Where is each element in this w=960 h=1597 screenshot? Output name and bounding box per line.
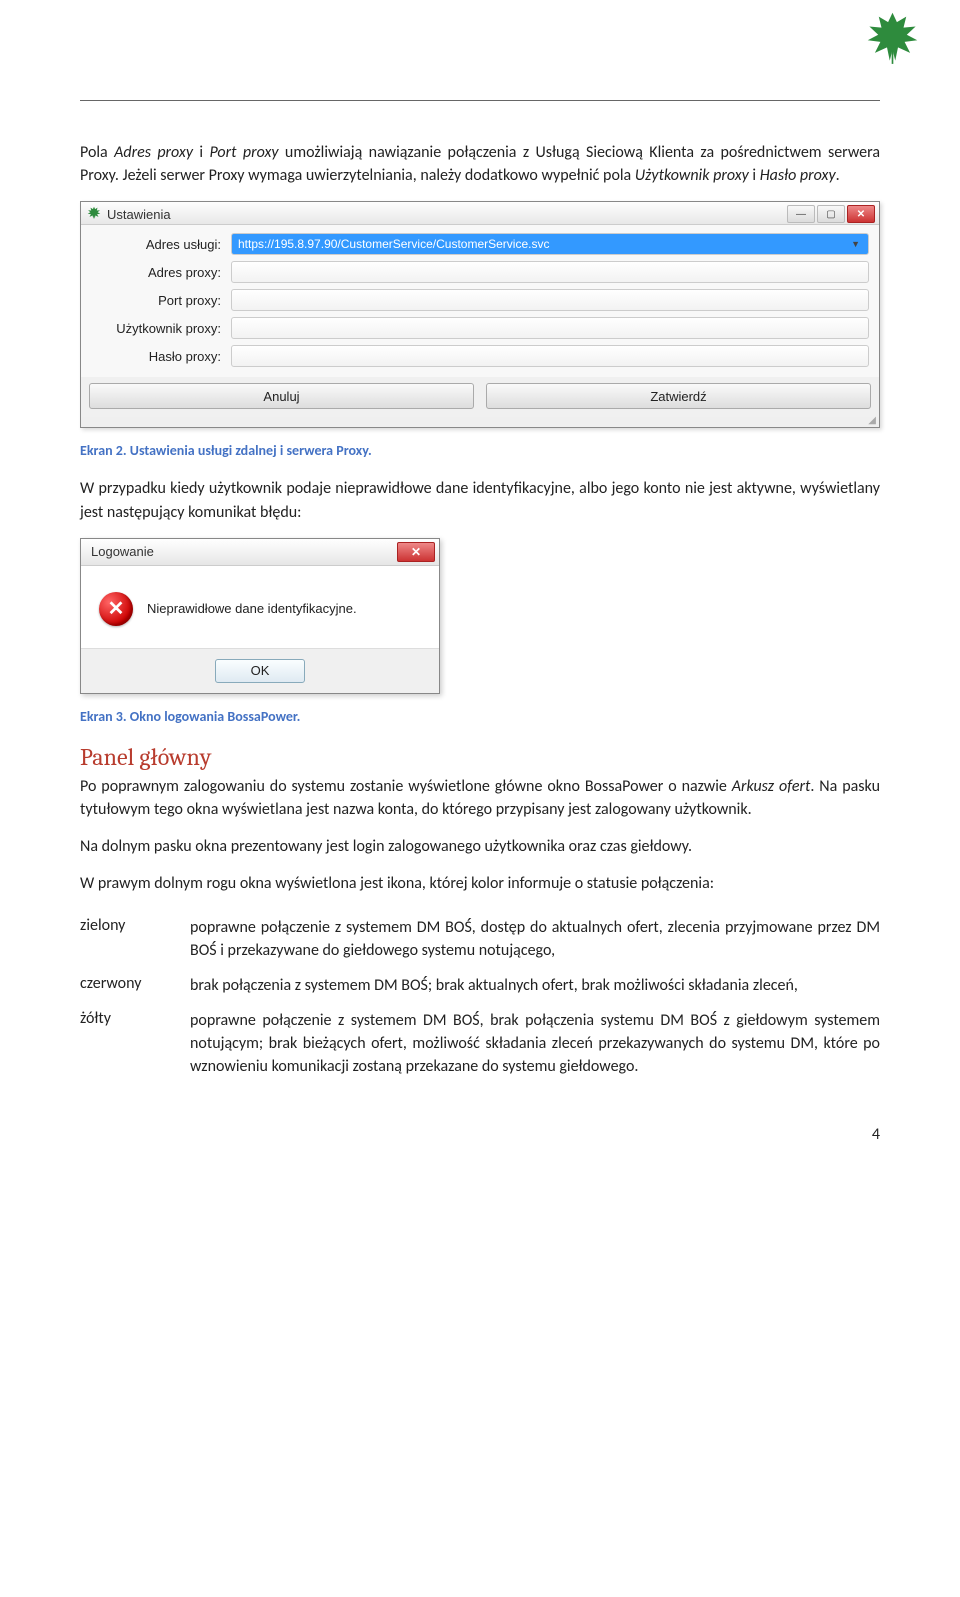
error-icon: ✕ <box>99 592 133 626</box>
field-input-3[interactable] <box>231 317 869 339</box>
chevron-down-icon[interactable]: ▼ <box>851 239 860 249</box>
settings-title: Ustawienia <box>107 207 787 222</box>
field-input-0[interactable]: https://195.8.97.90/CustomerService/Cust… <box>231 233 869 255</box>
status-color-table: zielonypoprawne połączenie z systemem DM… <box>80 910 880 1085</box>
field-input-2[interactable] <box>231 289 869 311</box>
status-key: zielony <box>80 910 190 968</box>
login-error-dialog: Logowanie ✕ ✕ Nieprawidłowe dane identyf… <box>80 538 440 694</box>
paragraph-panel-3: W prawym dolnym rogu okna wyświetlona je… <box>80 872 880 895</box>
maximize-button[interactable]: ▢ <box>817 205 845 223</box>
dialog-title: Logowanie <box>91 544 397 559</box>
header-rule <box>80 100 880 101</box>
field-label: Adres usługi: <box>91 237 231 252</box>
field-input-1[interactable] <box>231 261 869 283</box>
resize-grip-icon[interactable]: ◢ <box>81 417 879 427</box>
minimize-button[interactable]: — <box>787 205 815 223</box>
field-input-4[interactable] <box>231 345 869 367</box>
leaf-logo-icon <box>865 10 920 70</box>
status-key: czerwony <box>80 968 190 1003</box>
status-description: poprawne połączenie z systemem DM BOŚ, b… <box>190 1003 880 1085</box>
paragraph-panel-1: Po poprawnym zalogowaniu do systemu zost… <box>80 775 880 821</box>
close-button[interactable]: ✕ <box>847 205 875 223</box>
status-description: poprawne połączenie z systemem DM BOŚ, d… <box>190 910 880 968</box>
paragraph-proxy-intro: Pola Adres proxy i Port proxy umożliwiaj… <box>80 141 880 187</box>
field-label: Hasło proxy: <box>91 349 231 364</box>
dialog-titlebar: Logowanie ✕ <box>81 539 439 566</box>
dialog-close-button[interactable]: ✕ <box>397 542 435 562</box>
caption-ekran-2: Ekran 2. Ustawienia usługi zdalnej i ser… <box>80 442 880 459</box>
ok-button[interactable]: OK <box>215 659 305 683</box>
section-heading-panel-glowny: Panel główny <box>80 743 880 771</box>
leaf-icon <box>87 206 101 223</box>
field-label: Adres proxy: <box>91 265 231 280</box>
status-key: żółty <box>80 1003 190 1085</box>
status-description: brak połączenia z systemem DM BOŚ; brak … <box>190 968 880 1003</box>
field-label: Użytkownik proxy: <box>91 321 231 336</box>
settings-titlebar: Ustawienia — ▢ ✕ <box>81 202 879 225</box>
cancel-button[interactable]: Anuluj <box>89 383 474 409</box>
paragraph-panel-2: Na dolnym pasku okna prezentowany jest l… <box>80 835 880 858</box>
page-number: 4 <box>80 1125 880 1144</box>
dialog-message: Nieprawidłowe dane identyfikacyjne. <box>147 601 357 616</box>
settings-window: Ustawienia — ▢ ✕ Adres usługi:https://19… <box>80 201 880 428</box>
paragraph-error-intro: W przypadku kiedy użytkownik podaje niep… <box>80 477 880 523</box>
field-label: Port proxy: <box>91 293 231 308</box>
caption-ekran-3: Ekran 3. Okno logowania BossaPower. <box>80 708 880 725</box>
confirm-button[interactable]: Zatwierdź <box>486 383 871 409</box>
